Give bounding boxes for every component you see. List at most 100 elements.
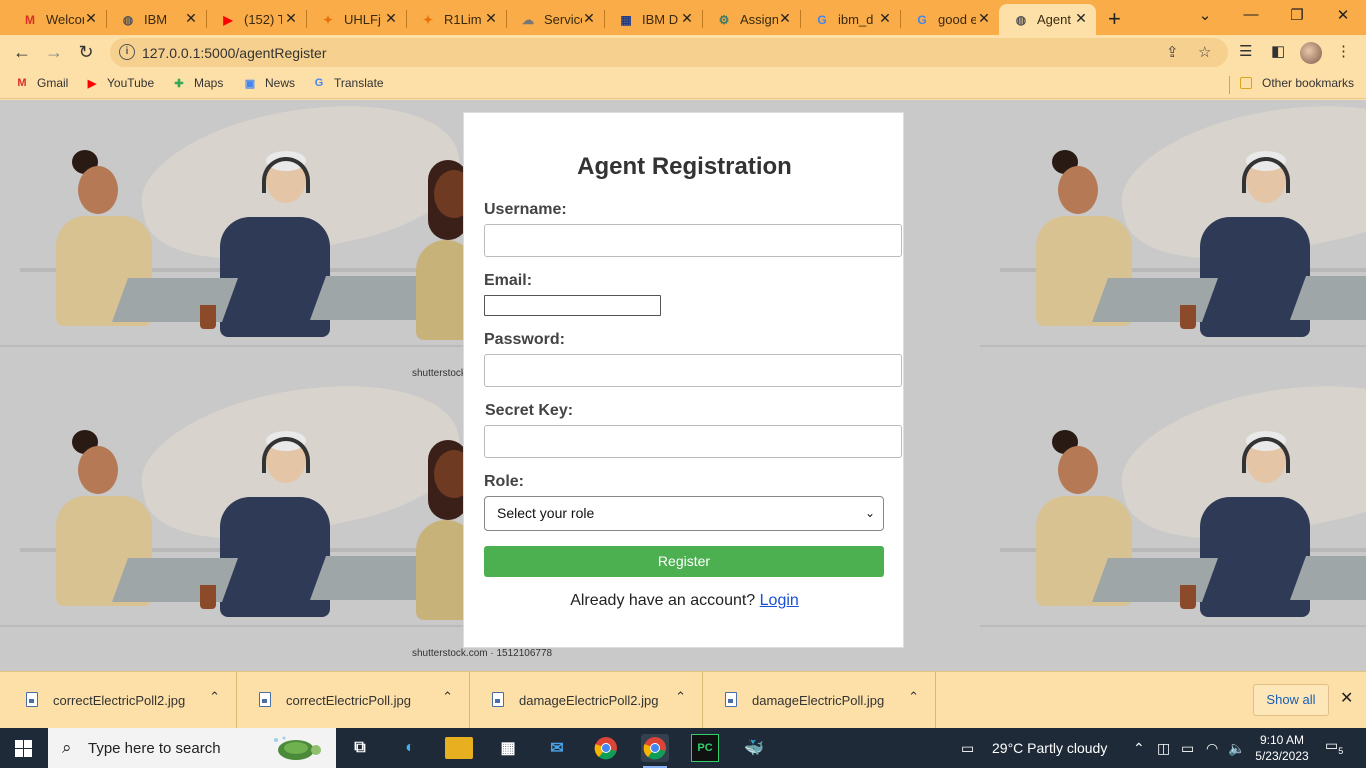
bookmark-news[interactable]: ▣ News	[242, 76, 295, 90]
chevron-up-icon[interactable]: ⌃	[209, 689, 220, 705]
bookmark-youtube[interactable]: ▶ YouTube	[84, 76, 154, 90]
windows-start-icon[interactable]	[15, 740, 32, 757]
tab-title: (152) T	[244, 12, 282, 27]
share-icon[interactable]: ⇪	[1166, 43, 1179, 61]
tab-2[interactable]: ▶ (152) T ✕	[206, 4, 306, 35]
pycharm-icon[interactable]: PC	[691, 734, 719, 762]
edge-icon[interactable]: ◐	[396, 734, 424, 762]
close-icon[interactable]: ✕	[282, 10, 300, 27]
file-explorer-icon[interactable]	[445, 737, 473, 759]
side-panel-icon[interactable]: ◧	[1271, 42, 1285, 60]
tab-10[interactable]: ◍ Agent ✕	[999, 4, 1096, 35]
store-icon[interactable]: ▦	[494, 734, 522, 762]
tab-title: IBM D	[642, 12, 679, 27]
downloads-bar: correctElectricPoll2.jpg ⌃ correctElectric…	[0, 671, 1366, 729]
download-filename: correctElectricPoll2.jpg	[53, 693, 186, 708]
close-window-button[interactable]: ✕	[1328, 6, 1358, 24]
youtube-icon: ▶	[223, 12, 233, 27]
menu-kebab-icon[interactable]: ⋮	[1336, 42, 1351, 60]
download-item[interactable]: correctElectricPoll.jpg ⌃	[237, 672, 470, 729]
close-icon[interactable]: ✕	[975, 10, 993, 27]
site-info-icon[interactable]: i	[119, 44, 135, 60]
docker-icon[interactable]: 🐳	[740, 734, 768, 762]
bookmark-maps[interactable]: ✚ Maps	[171, 76, 223, 90]
username-input[interactable]	[484, 224, 902, 257]
volume-icon[interactable]: 🔈	[1228, 740, 1245, 757]
weather-icon[interactable]: ▭	[961, 740, 974, 757]
show-all-button[interactable]: Show all	[1253, 684, 1329, 716]
close-downloads-icon[interactable]: ✕	[1340, 688, 1353, 708]
tab-6[interactable]: ▦ IBM D ✕	[604, 4, 702, 35]
clock-date: 5/23/2023	[1255, 749, 1309, 763]
reload-button[interactable]: ↻	[73, 40, 99, 64]
close-icon[interactable]: ✕	[580, 10, 598, 27]
tab-9[interactable]: Ggood e ✕	[900, 4, 999, 35]
chevron-up-icon[interactable]: ⌃	[908, 689, 919, 705]
tab-title: Service	[544, 12, 582, 27]
mail-icon[interactable]: ✉	[543, 734, 571, 762]
register-button[interactable]: Register	[484, 546, 884, 577]
download-item[interactable]: damageElectricPoll2.jpg ⌃	[470, 672, 703, 729]
background-illustration	[980, 358, 1366, 660]
back-button[interactable]: ←	[9, 40, 35, 64]
chevron-up-icon[interactable]: ⌃	[442, 689, 453, 705]
chevron-up-icon[interactable]: ⌃	[675, 689, 686, 705]
minimize-button[interactable]: —	[1236, 6, 1266, 23]
taskbar-clock[interactable]: 9:10 AM 5/23/2023	[1254, 732, 1310, 764]
download-item[interactable]: damageElectricPoll.jpg ⌃	[703, 672, 936, 729]
reading-list-icon[interactable]: ☰	[1239, 42, 1252, 60]
tab-5[interactable]: ☁ Service✕	[506, 4, 604, 35]
weather-text[interactable]: 29°C Partly cloudy	[992, 740, 1107, 756]
login-link[interactable]: Login	[760, 592, 799, 609]
download-item[interactable]: correctElectricPoll2.jpg ⌃	[4, 672, 237, 729]
username-label: Username:	[484, 201, 567, 218]
tab-0[interactable]: M Welcome✕	[8, 4, 106, 35]
other-bookmarks[interactable]: Other bookmarks	[1240, 76, 1354, 90]
close-icon[interactable]: ✕	[678, 10, 696, 27]
battery-icon[interactable]: ▭	[1181, 740, 1194, 757]
tray-chevron-icon[interactable]: ⌃	[1133, 740, 1145, 757]
close-icon[interactable]: ✕	[876, 10, 894, 27]
bookmark-gmail[interactable]: M Gmail	[14, 76, 68, 90]
folder-icon	[1240, 77, 1252, 89]
close-icon[interactable]: ✕	[182, 10, 200, 27]
close-icon[interactable]: ✕	[1072, 10, 1090, 27]
chrome-active-icon[interactable]	[641, 734, 669, 768]
bookmark-translate[interactable]: G Translate	[311, 76, 384, 90]
background-illustration	[0, 100, 472, 380]
url-text[interactable]: 127.0.0.1:5000/agentRegister	[142, 45, 326, 61]
close-icon[interactable]: ✕	[82, 10, 100, 27]
close-icon[interactable]: ✕	[482, 10, 500, 27]
close-icon[interactable]: ✕	[382, 10, 400, 27]
new-tab-button[interactable]: +	[1108, 6, 1121, 32]
tab-8[interactable]: Gibm_d ✕	[800, 4, 900, 35]
forward-button[interactable]: →	[41, 40, 67, 64]
bookmark-star-icon[interactable]: ☆	[1198, 43, 1211, 61]
chrome-icon[interactable]	[592, 734, 620, 762]
role-select[interactable]: Select your role ⌄	[484, 496, 884, 531]
youtube-icon: ▶	[87, 77, 97, 90]
notification-icon[interactable]: ▭5	[1325, 737, 1347, 759]
meet-icon[interactable]: ◫	[1157, 740, 1170, 757]
restore-button[interactable]: ❐	[1282, 6, 1312, 24]
address-bar[interactable]: i 127.0.0.1:5000/agentRegister ⇪ ☆	[110, 38, 1228, 67]
image-credit: shutterstock	[412, 368, 466, 379]
search-icon: ⌕	[62, 738, 72, 757]
profile-avatar[interactable]	[1300, 42, 1322, 64]
tab-search-icon[interactable]: ⌄	[1190, 6, 1220, 24]
secret-key-input[interactable]	[484, 425, 902, 458]
tab-7[interactable]: ⚙ Assign ✕	[702, 4, 800, 35]
tab-3[interactable]: ✦ UHLFj ✕	[306, 4, 406, 35]
globe-icon: ◍	[1015, 12, 1027, 27]
close-icon[interactable]: ✕	[776, 10, 794, 27]
background-illustration	[0, 358, 472, 660]
taskbar-search[interactable]: ⌕ Type here to search	[48, 728, 336, 768]
password-input[interactable]	[484, 354, 902, 387]
browser-toolbar: ← → ↻ i 127.0.0.1:5000/agentRegister ⇪ ☆…	[0, 35, 1366, 69]
email-input[interactable]	[484, 295, 661, 316]
task-view-icon[interactable]: ⧉	[346, 734, 374, 762]
tab-4[interactable]: ✦ R1Lim ✕	[406, 4, 506, 35]
tab-1[interactable]: ◍ IBM ✕	[106, 4, 206, 35]
gmail-icon: M	[17, 77, 27, 89]
wifi-icon[interactable]: ◠	[1206, 740, 1218, 757]
